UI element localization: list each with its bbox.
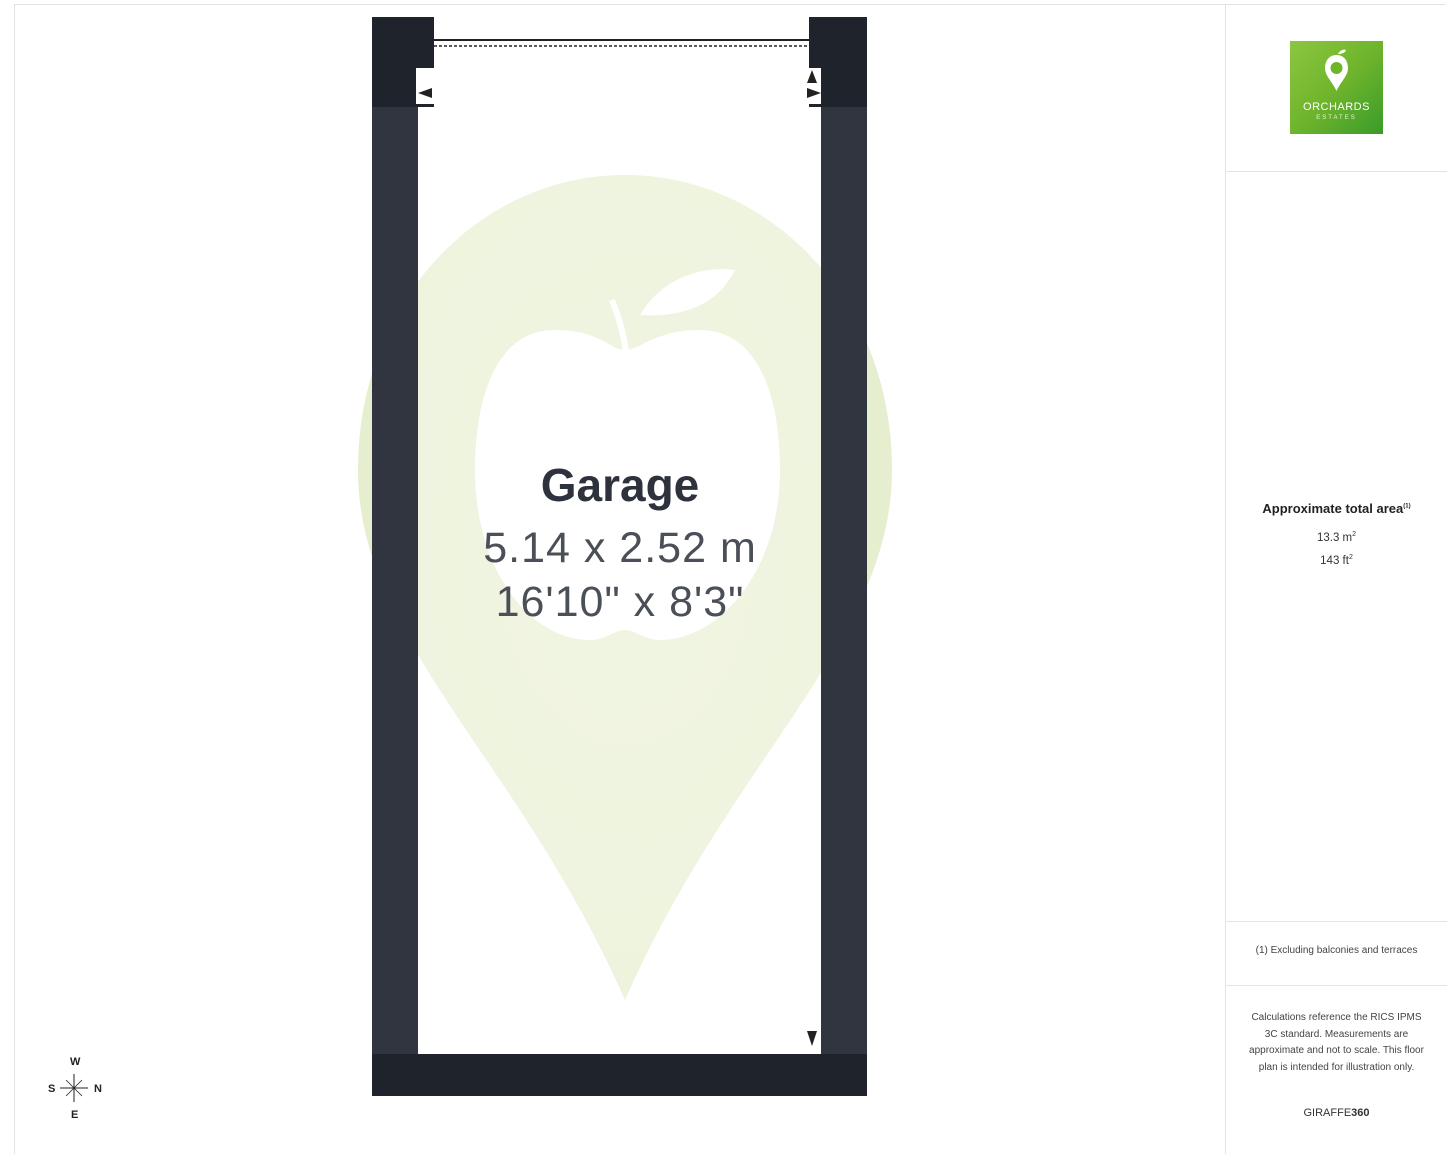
compass-south: S	[48, 1083, 56, 1095]
info-sidebar: ORCHARDS ESTATES Approximate total area(…	[1225, 4, 1447, 1154]
area-footnote: (1) Excluding balconies and terraces	[1255, 945, 1418, 956]
left-wall	[372, 104, 418, 1056]
area-title: Approximate total area(1)	[1262, 501, 1411, 516]
compass-rose: W S N E	[44, 1052, 104, 1122]
right-wall	[821, 104, 867, 1056]
brand-mark: GIRAFFE360	[1303, 1107, 1370, 1119]
area-footnote-mark: (1)	[1403, 503, 1411, 510]
area-metric: 13.3 m2	[1316, 531, 1357, 544]
compass-north: N	[94, 1083, 102, 1095]
logo-subtitle: ESTATES	[1316, 115, 1357, 121]
apple-pin-icon	[1325, 49, 1348, 91]
room-name: Garage	[540, 459, 700, 511]
divider	[1226, 985, 1447, 986]
divider	[1226, 171, 1447, 172]
area-imperial: 143 ft2	[1320, 554, 1353, 567]
room-dimensions-metric: 5.14 x 2.52 m	[483, 524, 757, 572]
floor-plan: Garage 5.14 x 2.52 m 16'10" x 8'3" W S N…	[0, 0, 1226, 1156]
bottom-wall	[372, 1054, 867, 1096]
disclaimer: Calculations reference the RICS IPMS 3C …	[1249, 1012, 1424, 1073]
logo-name: ORCHARDS	[1303, 101, 1370, 113]
orchards-logo: ORCHARDS ESTATES	[1290, 41, 1383, 134]
compass-west: W	[70, 1056, 81, 1068]
divider	[1226, 921, 1447, 922]
compass-east: E	[71, 1109, 79, 1121]
room-dimensions-imperial: 16'10" x 8'3"	[495, 578, 745, 626]
